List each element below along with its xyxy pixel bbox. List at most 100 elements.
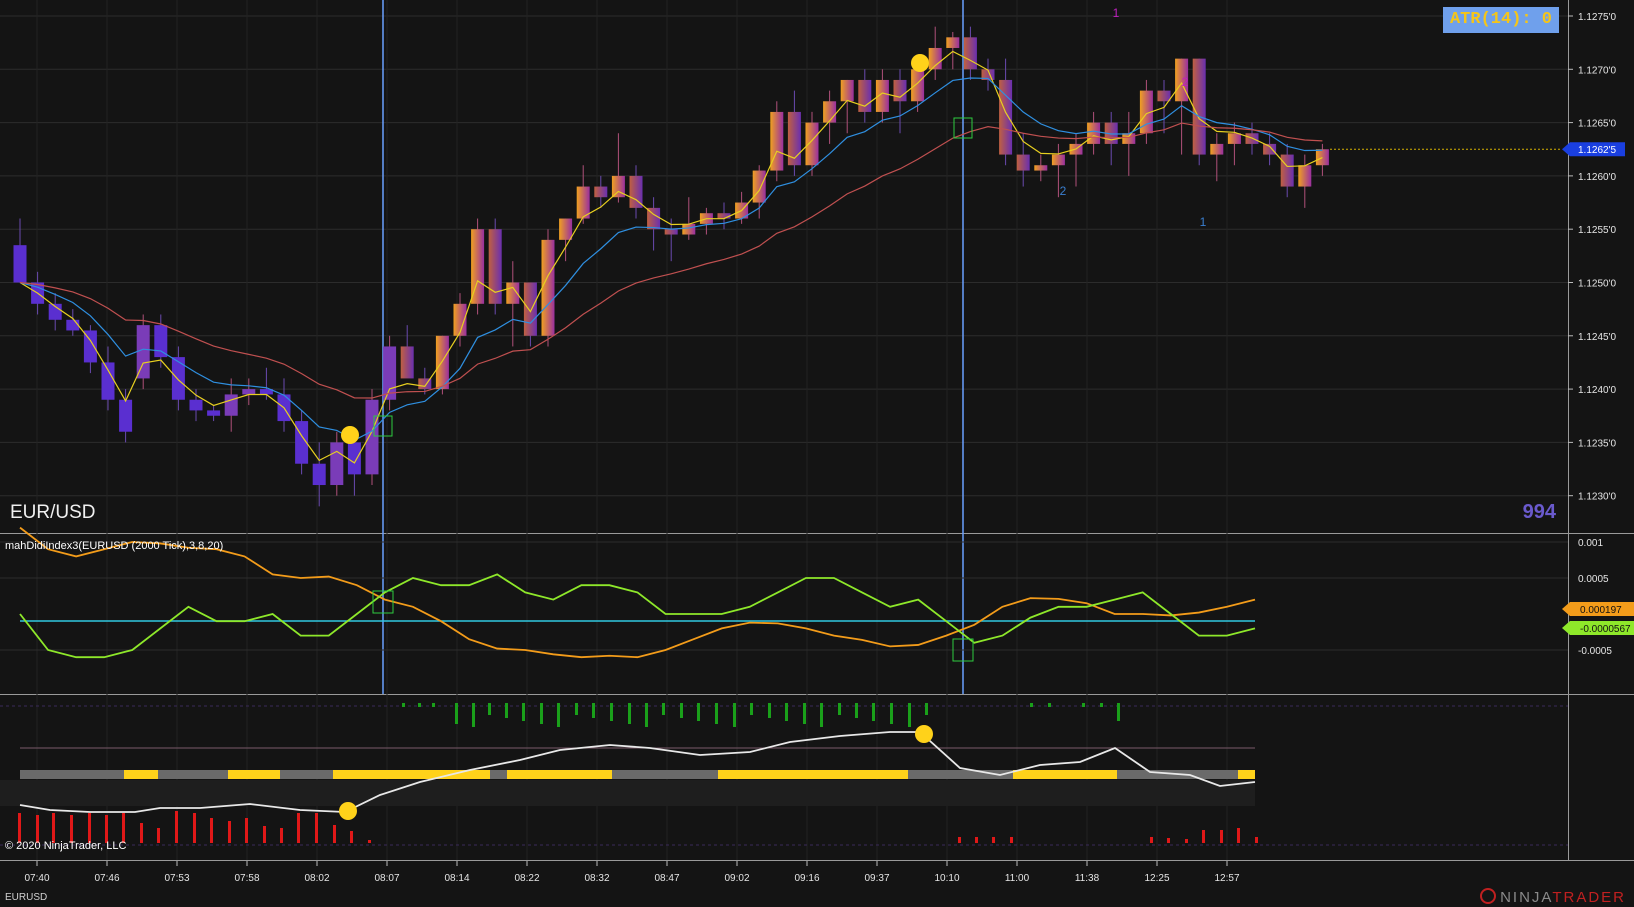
bull-histogram-bar: [1100, 703, 1103, 707]
trend-band-segment: [490, 770, 507, 779]
wave-count-label: 2: [1060, 184, 1067, 198]
bull-histogram-bar: [1117, 703, 1120, 721]
trend-band-segment: [124, 770, 158, 779]
candle-body: [752, 170, 766, 203]
candle-body: [787, 111, 801, 166]
candle-body: [805, 122, 819, 166]
candle-body: [893, 79, 907, 102]
candle-body: [1227, 133, 1241, 144]
candle-body: [1315, 149, 1329, 166]
bear-histogram-bar: [1010, 837, 1013, 843]
price-tick-label: 1.1260'0: [1578, 172, 1616, 183]
bull-histogram-bar: [540, 703, 543, 724]
indicator-title: mahDidiIndex3(EURUSD (2000 Tick),3,8,20): [5, 540, 224, 552]
indicator-green-line: [19, 573, 1256, 659]
bull-histogram-bar: [820, 703, 823, 727]
bull-histogram-bar: [750, 703, 753, 715]
trend-band-segment: [1238, 770, 1255, 779]
bull-histogram-bar: [505, 703, 508, 718]
time-tick-label: 09:37: [864, 873, 889, 884]
trend-band-segment: [1013, 770, 1117, 779]
bull-histogram-bar: [785, 703, 788, 721]
bull-histogram-bar: [472, 703, 475, 727]
bull-histogram-bar: [418, 703, 421, 707]
signal-dot: [339, 802, 357, 820]
bear-histogram-bar: [1237, 828, 1240, 843]
bull-histogram-bar: [610, 703, 613, 721]
time-tick-label: 07:40: [24, 873, 49, 884]
price-chart[interactable]: 1.1275'0 1.1270'0 1.1265'0 1.1260'0 1.1255'0…: [0, 0, 1634, 907]
bear-histogram-bar: [1185, 839, 1188, 843]
price-tick-label: 1.1245'0: [1578, 332, 1616, 343]
trend-band-segment: [20, 770, 124, 779]
candle-body: [312, 463, 326, 486]
bear-histogram-bar: [105, 815, 108, 843]
bear-histogram-bar: [992, 837, 995, 843]
trend-band-segment: [228, 770, 280, 779]
candle-body: [1122, 133, 1136, 144]
bull-histogram-bar: [432, 703, 435, 707]
bull-histogram-bar: [768, 703, 771, 718]
time-tick-label: 08:47: [654, 873, 679, 884]
signal-dot: [911, 54, 929, 72]
time-tick-label: 09:02: [724, 873, 749, 884]
bear-histogram-bar: [1220, 830, 1223, 843]
bear-histogram-bar: [350, 831, 353, 843]
footer-symbol-label: EURUSD: [5, 892, 48, 903]
wave-count-label: 2: [1182, 75, 1189, 89]
indicator-tick-label: -0.0005: [1578, 646, 1612, 657]
candle-body: [383, 346, 397, 400]
candle-body: [400, 346, 414, 379]
indicator-green-value-label: -0.0000567: [1580, 624, 1631, 635]
candle-body: [823, 101, 837, 123]
bull-histogram-bar: [803, 703, 806, 724]
bull-histogram-bar: [890, 703, 893, 724]
time-tick-label: 08:22: [514, 873, 539, 884]
trend-band-segment: [612, 770, 718, 779]
price-tick-label: 1.1230'0: [1578, 492, 1616, 503]
bear-histogram-bar: [36, 815, 39, 843]
bear-histogram-bar: [297, 813, 300, 843]
bear-histogram-bar: [70, 815, 73, 843]
candle-body: [66, 319, 80, 331]
bear-histogram-bar: [52, 813, 55, 843]
bull-histogram-bar: [592, 703, 595, 718]
trend-band-segment: [718, 770, 908, 779]
candle-body: [682, 223, 696, 235]
bull-histogram-bar: [855, 703, 858, 718]
candle-body: [523, 282, 537, 336]
candle-body: [1016, 154, 1030, 171]
candle-body: [717, 213, 731, 219]
candle-body: [189, 399, 203, 411]
candle-body: [1192, 58, 1206, 155]
candle-body: [242, 389, 256, 395]
bear-histogram-bar: [333, 825, 336, 843]
bear-histogram-bar: [140, 823, 143, 843]
time-tick-label: 12:57: [1214, 873, 1239, 884]
copyright-text: © 2020 NinjaTrader, LLC: [5, 840, 127, 852]
candle-body: [136, 325, 150, 379]
bull-histogram-bar: [522, 703, 525, 721]
atr-indicator-box: ATR(14): 0: [1443, 7, 1559, 33]
candle-body: [101, 362, 115, 400]
trend-band-segment: [280, 770, 333, 779]
bull-histogram-bar: [402, 703, 405, 707]
candle-body: [858, 79, 872, 112]
wave-count-label: 1: [1200, 215, 1207, 229]
bear-histogram-bar: [1202, 830, 1205, 843]
band-shadow: [0, 780, 1255, 806]
bear-histogram-bar: [175, 811, 178, 843]
current-price-label: 1.1262'5: [1578, 145, 1616, 156]
candle-body: [1087, 122, 1101, 144]
time-tick-label: 07:46: [94, 873, 119, 884]
candle-body: [963, 37, 977, 70]
indicator-tick-label: 0.0005: [1578, 574, 1609, 585]
candle-body: [1157, 90, 1171, 102]
trend-band-segment: [158, 770, 228, 779]
candle-body: [559, 218, 573, 240]
bull-histogram-bar: [628, 703, 631, 724]
candle-body: [840, 79, 854, 102]
candle-body: [154, 325, 168, 358]
candle-body: [1210, 143, 1224, 155]
time-tick-label: 10:10: [934, 873, 959, 884]
